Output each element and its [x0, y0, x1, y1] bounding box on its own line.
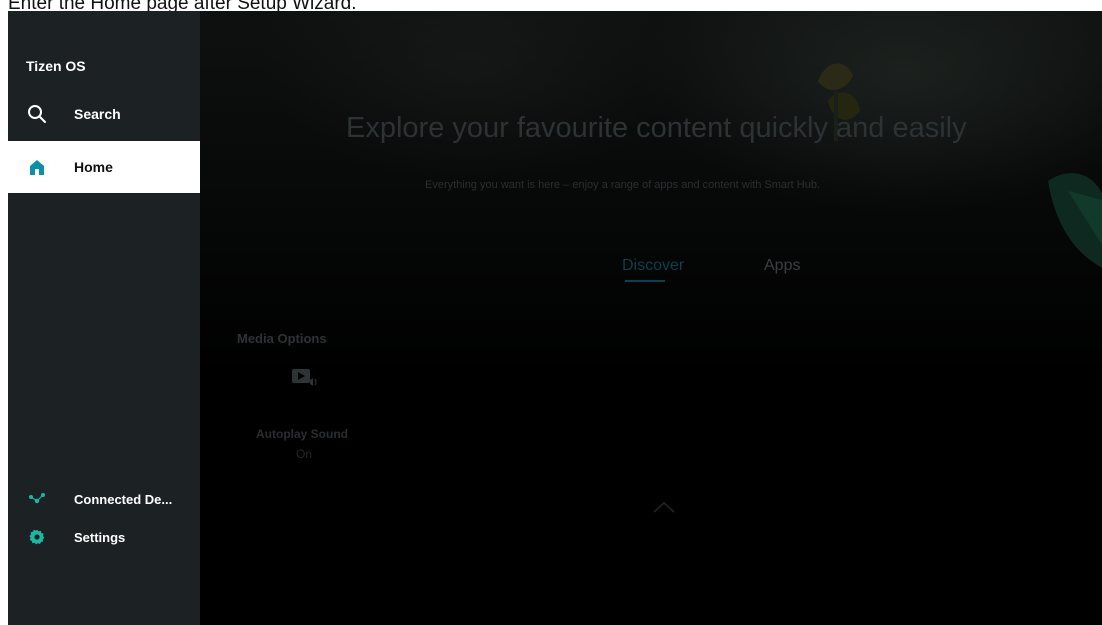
- tab-apps[interactable]: Apps: [764, 257, 800, 275]
- background-plant-decoration: [1048, 173, 1102, 268]
- tab-label: Discover: [622, 257, 685, 274]
- hero-title: Explore your favourite content quickly a…: [346, 112, 967, 144]
- autoplay-sound-value: On: [296, 447, 313, 461]
- home-icon: [26, 156, 48, 178]
- autoplay-sound-label[interactable]: Autoplay Sound: [256, 427, 348, 441]
- sidebar: Tizen OS Search Home Connected De... Set…: [8, 11, 200, 625]
- sidebar-item-settings[interactable]: Settings: [8, 519, 200, 555]
- page-caption: Enter the Home page after Setup Wizard.: [8, 0, 357, 11]
- tab-discover[interactable]: Discover: [622, 257, 685, 282]
- brand-title: Tizen OS: [26, 58, 86, 74]
- hero-subtitle: Everything you want is here – enjoy a ra…: [425, 179, 821, 191]
- sidebar-item-search[interactable]: Search: [8, 88, 200, 140]
- sidebar-item-label: Search: [74, 106, 121, 122]
- tab-selected-underline: [625, 280, 665, 282]
- search-icon: [26, 103, 48, 125]
- connected-devices-icon: [26, 488, 48, 510]
- tab-label: Apps: [764, 257, 801, 274]
- sidebar-item-connected-devices[interactable]: Connected De...: [8, 481, 200, 517]
- media-play-sound-icon[interactable]: [290, 366, 320, 390]
- chevron-up-icon[interactable]: [652, 499, 676, 515]
- sidebar-item-label: Home: [74, 159, 113, 175]
- background-art: [200, 11, 1102, 625]
- tv-screen: Tizen OS Search Home Connected De... Set…: [8, 11, 1102, 625]
- media-options-title: Media Options: [237, 331, 327, 346]
- sidebar-item-home[interactable]: Home: [8, 141, 200, 193]
- sidebar-item-label: Settings: [74, 529, 126, 545]
- gear-icon: [26, 526, 48, 548]
- sidebar-item-label: Connected De...: [74, 491, 173, 507]
